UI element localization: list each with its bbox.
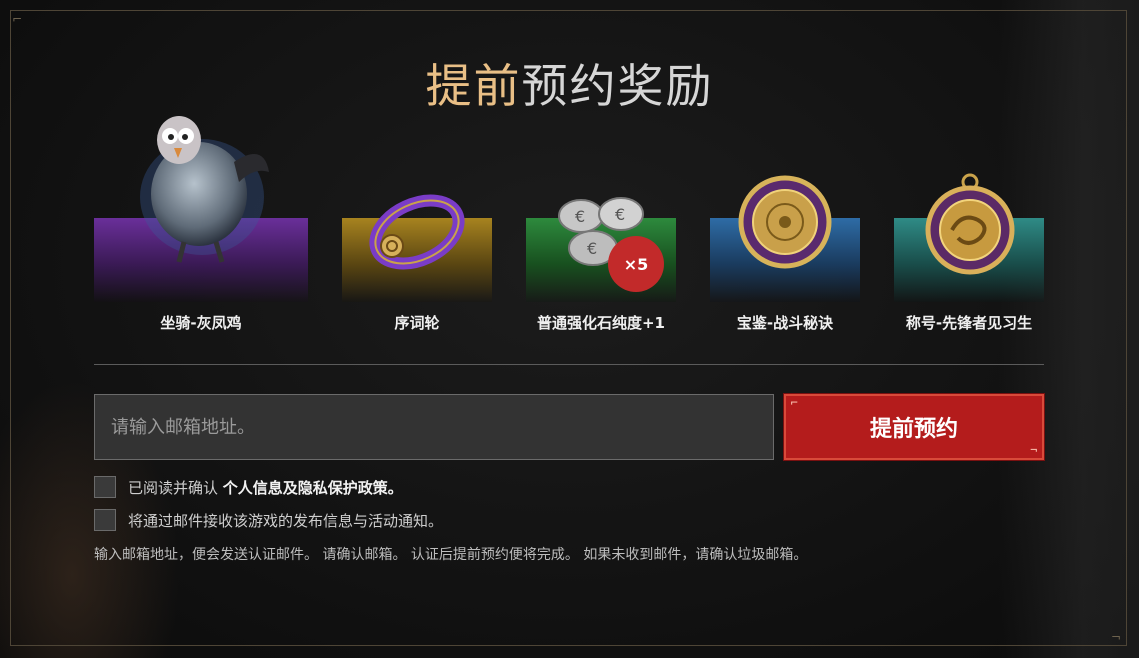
mail-consent-checkbox[interactable] — [94, 509, 116, 531]
section-divider — [94, 364, 1044, 365]
reward-label: 序词轮 — [394, 314, 440, 332]
reward-label: 宝鉴-战斗秘诀 — [736, 314, 834, 332]
quantity-badge-text: ×5 — [623, 254, 649, 274]
privacy-policy-link[interactable]: 个人信息及隐私保护政策。 — [223, 479, 403, 497]
title-rest: 预约奖励 — [521, 59, 714, 113]
privacy-consent-checkbox[interactable] — [94, 476, 116, 498]
svg-text:€: € — [575, 207, 585, 226]
privacy-consent-prefix: 已阅读并确认 — [128, 478, 219, 497]
quantity-badge: ×5 — [608, 236, 664, 292]
button-corner-ornament-icon: ⌐ — [790, 398, 799, 409]
title-highlight: 提前 — [425, 59, 522, 113]
reward-label: 称号-先锋者见习生 — [905, 314, 1033, 332]
dragon-emblem-icon — [925, 173, 1015, 275]
reward-label: 坐骑-灰凤鸡 — [160, 314, 242, 332]
pre-register-button-label: 提前预约 — [869, 417, 958, 442]
privacy-consent-row: 已阅读并确认 个人信息及隐私保护政策。 — [94, 474, 403, 500]
email-input[interactable] — [94, 394, 774, 460]
registration-note: 输入邮箱地址，便会发送认证邮件。 请确认邮箱。 认证后提前预约便将完成。 如果未… — [94, 547, 808, 563]
svg-text:€: € — [615, 205, 625, 224]
privacy-consent-text: 已阅读并确认 个人信息及隐私保护政策。 — [128, 477, 403, 498]
frame-corner-ornament-icon: ⌐ — [12, 12, 23, 26]
purple-ring-icon — [369, 194, 465, 270]
reward-label: 普通强化石纯度+1 — [536, 314, 665, 332]
mail-consent-text: 将通过邮件接收该游戏的发布信息与活动通知。 — [128, 511, 444, 530]
svg-text:€: € — [587, 239, 597, 258]
button-corner-ornament-icon: ¬ — [1029, 445, 1038, 456]
frame-corner-ornament-icon: ¬ — [1111, 630, 1122, 644]
grey-phoenix-chicken-mount-icon — [140, 116, 269, 263]
mail-consent-row: 将通过邮件接收该游戏的发布信息与活动通知。 — [94, 507, 443, 533]
pre-register-button[interactable]: ⌐ 提前预约 ¬ — [783, 393, 1045, 461]
golden-medallion-icon — [738, 175, 832, 269]
